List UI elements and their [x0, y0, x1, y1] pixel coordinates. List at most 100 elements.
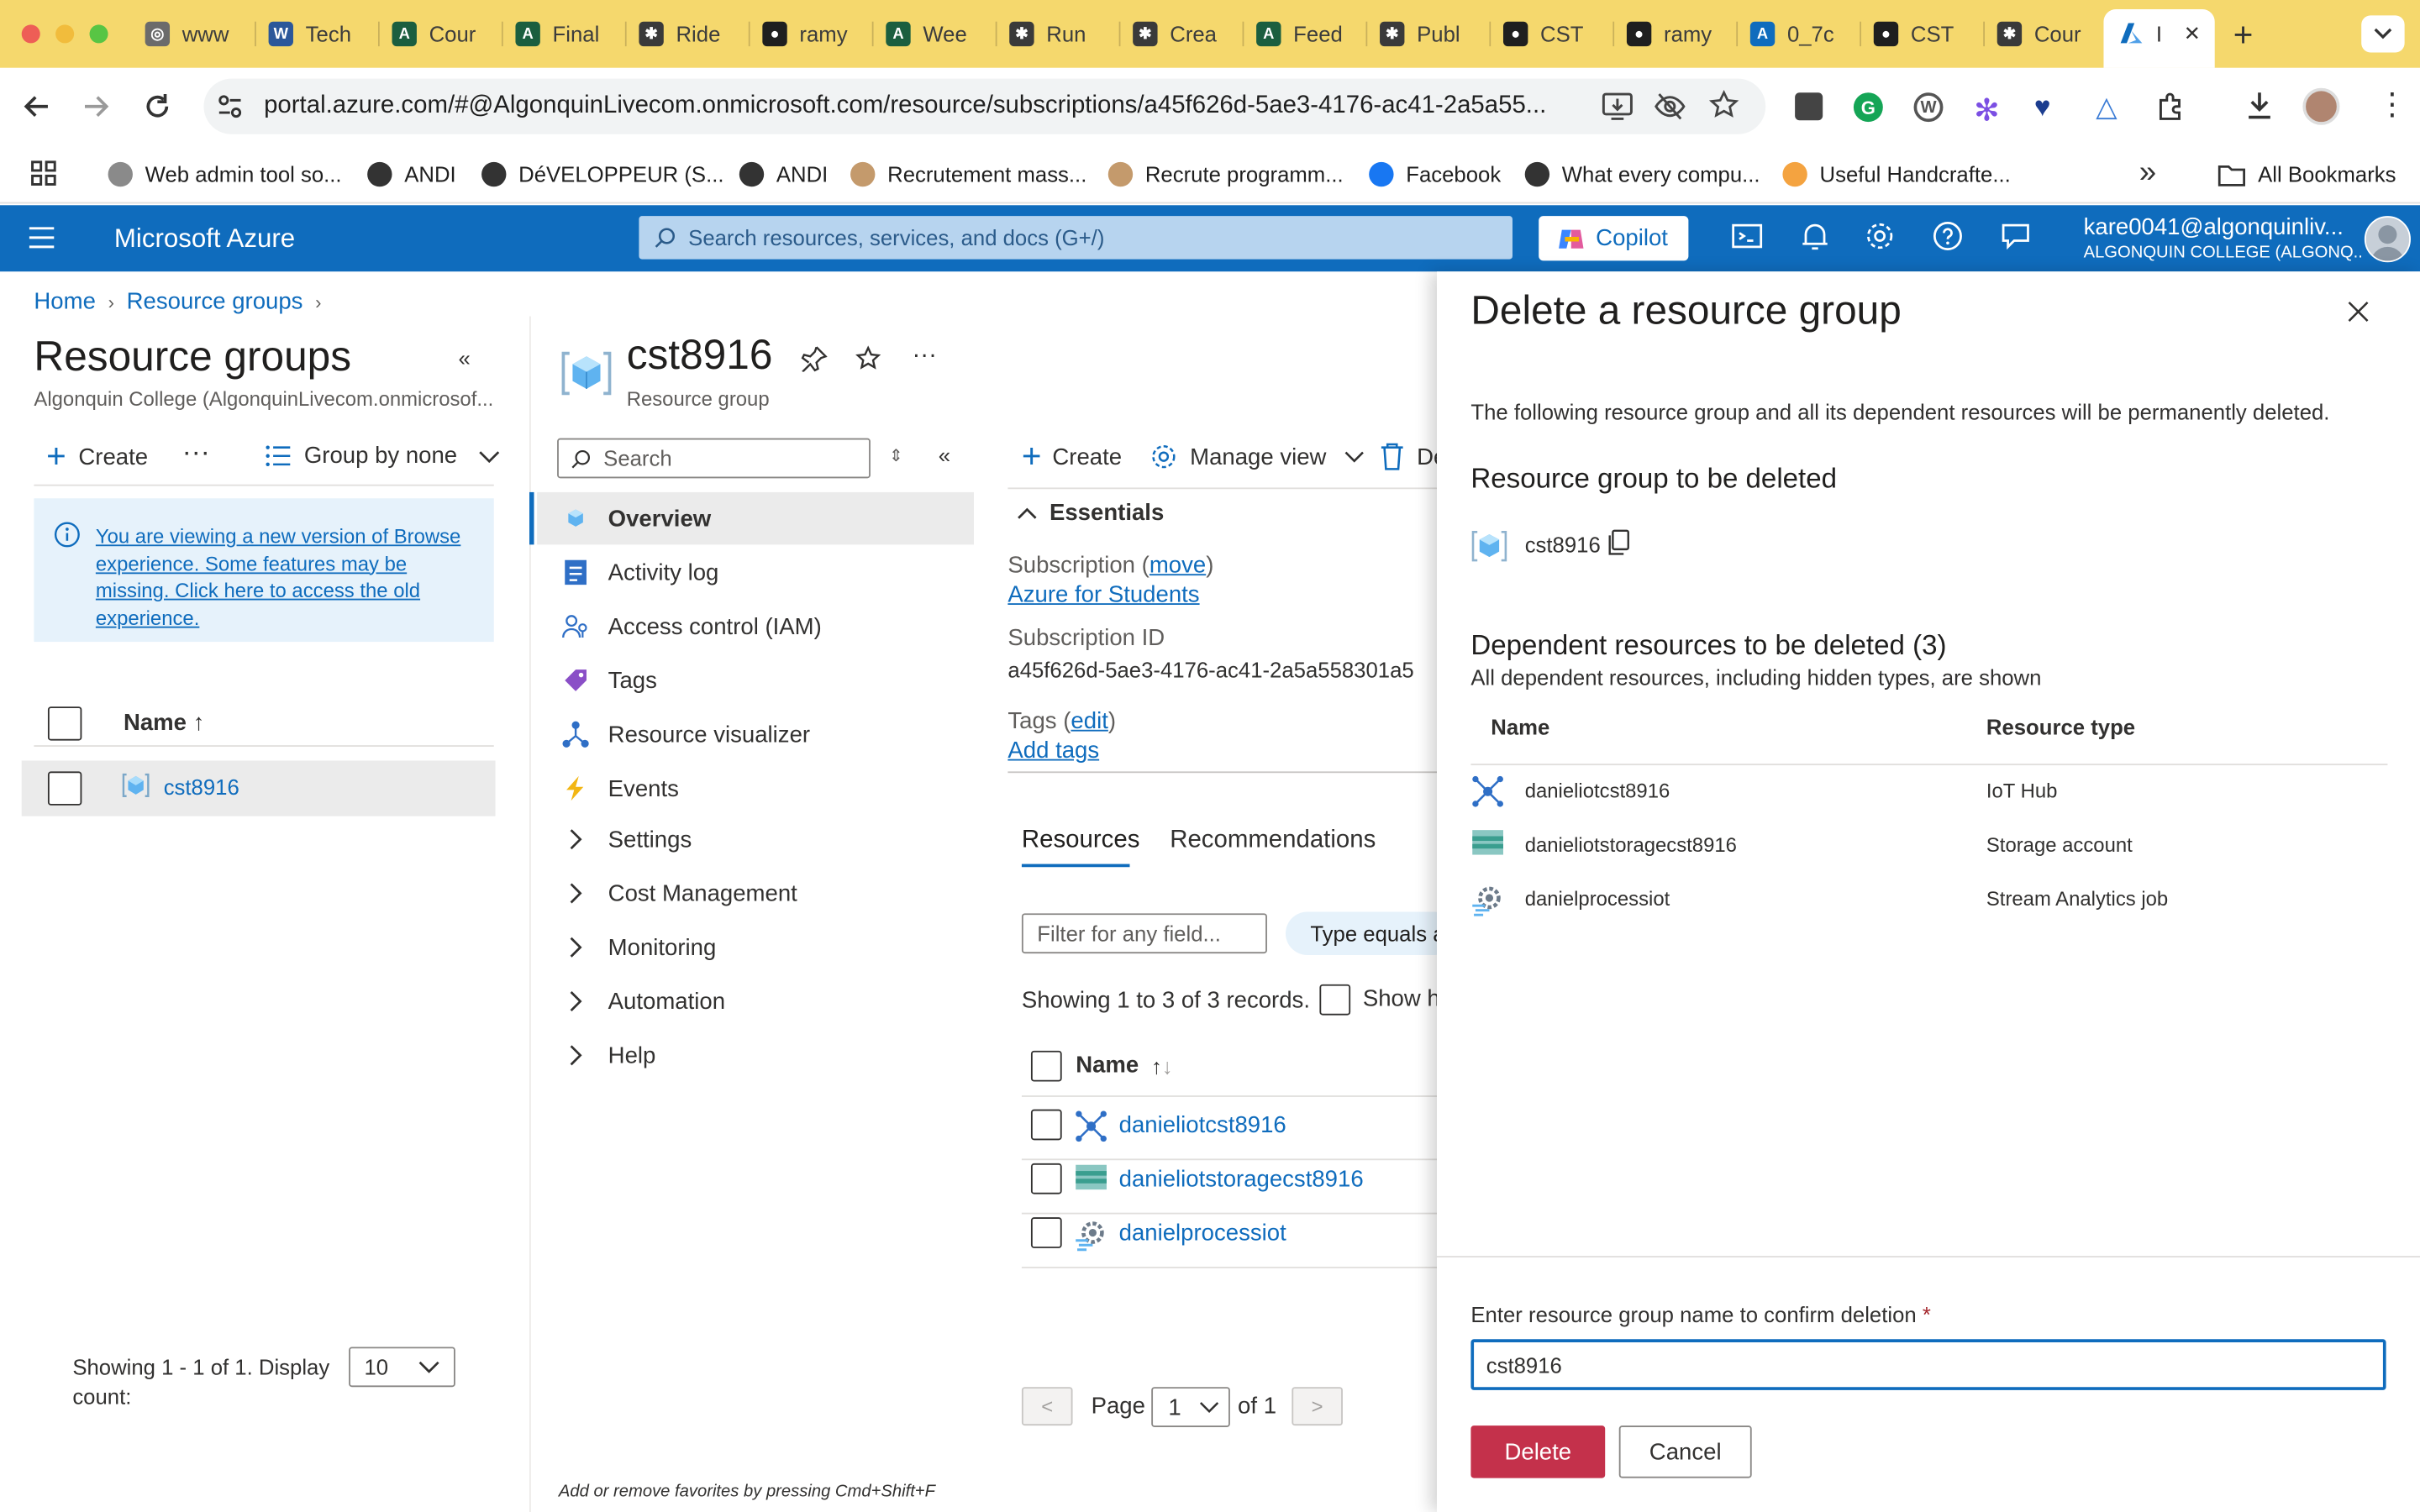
menu-item-events[interactable]: Events — [537, 762, 974, 814]
browser-tab[interactable]: A Wee — [874, 9, 997, 59]
collapse-blade-icon[interactable]: « — [459, 345, 471, 370]
browser-tab[interactable]: ● CST — [1491, 9, 1615, 59]
row-checkbox[interactable] — [1030, 1163, 1062, 1194]
breadcrumb-home[interactable]: Home — [34, 288, 95, 314]
browser-tab[interactable]: A 0_7c — [1738, 9, 1862, 59]
resource-link[interactable]: danielprocessiot — [1119, 1221, 1286, 1247]
menu-item-help[interactable]: Help — [537, 1029, 974, 1081]
browser-tab[interactable]: A Feed — [1244, 9, 1368, 59]
essentials-toggle[interactable]: Essentials — [1017, 500, 1164, 526]
browser-tab[interactable]: ✱ Ride — [627, 9, 750, 59]
browser-tab[interactable]: ◎ www — [133, 9, 256, 59]
bookmark-item[interactable]: Web admin tool so... — [108, 157, 342, 191]
tab-close-icon[interactable]: ✕ — [2184, 22, 2201, 46]
browser-tab[interactable]: ● ramy — [750, 9, 874, 59]
create-resource-button[interactable]: + Create — [1022, 439, 1122, 473]
tab-resources[interactable]: Resources — [1022, 827, 1139, 854]
menu-item-cost-management[interactable]: Cost Management — [537, 867, 974, 919]
next-page-button[interactable]: > — [1292, 1387, 1343, 1426]
extensions-puzzle-icon[interactable] — [2154, 91, 2186, 122]
user-email[interactable]: kare0041@algonquinliv... — [2084, 214, 2362, 240]
settings-gear-icon[interactable] — [1865, 221, 1898, 255]
bookmark-item[interactable]: What every compu... — [1524, 157, 1760, 191]
close-window-button[interactable] — [21, 24, 40, 44]
url-text[interactable]: portal.azure.com/#@AlgonquinLivecom.onmi… — [264, 92, 1591, 120]
table-row[interactable]: danieliotstoragecst8916 — [1021, 1160, 1438, 1215]
resources-name-header[interactable]: Name ↑↓ — [1076, 1053, 1172, 1079]
display-count-select[interactable]: 10 — [349, 1347, 455, 1388]
notifications-bell-icon[interactable] — [1800, 221, 1833, 255]
browser-tab[interactable]: ✱ Publ — [1367, 9, 1491, 59]
bookmark-star-icon[interactable] — [1708, 90, 1739, 121]
page-select[interactable]: 1 — [1151, 1387, 1230, 1427]
browser-menu-icon[interactable]: ⋮ — [2377, 87, 2408, 123]
table-row[interactable]: danieliotcst8916 — [1021, 1106, 1438, 1161]
type-filter-pill[interactable]: Type equals a — [1286, 911, 1456, 955]
add-tags-link[interactable]: Add tags — [1007, 738, 1099, 764]
help-icon[interactable] — [1933, 221, 1966, 255]
azure-search-input[interactable]: Search resources, services, and docs (G+… — [639, 216, 1513, 260]
menu-item-resource-visualizer[interactable]: Resource visualizer — [537, 708, 974, 760]
azure-brand[interactable]: Microsoft Azure — [114, 223, 295, 255]
hide-eye-icon[interactable] — [1655, 92, 1686, 120]
browser-tab[interactable]: ✱ Cour — [1985, 9, 2108, 59]
table-row[interactable] — [21, 760, 496, 816]
confirm-name-input[interactable]: cst8916 — [1470, 1339, 2386, 1390]
maximize-window-button[interactable] — [89, 24, 108, 44]
menu-item-activity-log[interactable]: Activity log — [537, 546, 974, 598]
previous-page-button[interactable]: < — [1021, 1387, 1073, 1426]
bookmark-item[interactable]: Useful Handcrafte... — [1782, 157, 2011, 191]
menu-item-automation[interactable]: Automation — [537, 975, 974, 1027]
copilot-button[interactable]: Copilot — [1539, 216, 1689, 261]
group-by-dropdown[interactable]: Group by none — [266, 443, 501, 469]
extension-heart-icon[interactable]: ♥ — [2034, 91, 2051, 123]
new-tab-button[interactable]: + — [2233, 15, 2254, 55]
bookmark-item[interactable]: Recrute programm... — [1107, 157, 1344, 191]
copy-icon[interactable] — [1607, 529, 1631, 557]
pin-icon[interactable] — [801, 345, 828, 372]
menu-item-access-control-iam[interactable]: Access control (IAM) — [537, 600, 974, 652]
resource-link[interactable]: danieliotcst8916 — [1119, 1112, 1286, 1138]
feedback-icon[interactable] — [2000, 221, 2033, 255]
downloads-icon[interactable] — [2244, 90, 2275, 121]
grammarly-icon[interactable]: G — [1853, 92, 1883, 123]
browser-tab[interactable]: ● ramy — [1614, 9, 1739, 59]
row-checkbox[interactable] — [1030, 1217, 1062, 1248]
breadcrumb-resource-groups[interactable]: Resource groups — [127, 288, 303, 314]
menu-item-tags[interactable]: Tags — [537, 654, 974, 706]
wordpress-icon[interactable]: W — [1913, 92, 1944, 123]
tab-recommendations[interactable]: Recommendations — [1170, 827, 1376, 854]
browser-tab[interactable]: W Tech — [256, 9, 380, 59]
extension-triangle-icon[interactable]: △ — [2096, 91, 2117, 123]
forward-icon[interactable] — [77, 88, 114, 125]
resource-group-link[interactable]: cst8916 — [164, 774, 239, 799]
menu-item-settings[interactable]: Settings — [537, 813, 974, 865]
install-app-icon[interactable] — [1602, 92, 1634, 120]
filter-input[interactable]: Filter for any field... — [1021, 913, 1267, 954]
more-options-icon[interactable]: ··· — [913, 343, 937, 370]
active-tab[interactable]: I ✕ — [2103, 9, 2215, 68]
close-icon[interactable] — [2346, 299, 2370, 323]
select-all-resources-checkbox[interactable] — [1030, 1050, 1062, 1082]
bookmark-item[interactable]: Facebook — [1369, 157, 1501, 191]
select-all-checkbox[interactable] — [47, 706, 82, 741]
site-settings-icon[interactable] — [216, 92, 244, 120]
extension-gear-icon[interactable]: ✻ — [1974, 91, 2000, 129]
bookmark-item[interactable]: ANDI — [367, 157, 456, 191]
menu-search-input[interactable]: Search — [557, 438, 871, 479]
profile-avatar[interactable] — [2302, 87, 2340, 125]
subscription-link[interactable]: Azure for Students — [1007, 581, 1199, 607]
more-actions-icon[interactable]: ··· — [182, 437, 210, 470]
minimize-window-button[interactable] — [55, 24, 75, 44]
show-hidden-checkbox[interactable] — [1319, 984, 1351, 1016]
browser-tab[interactable]: A Final — [503, 9, 627, 59]
apps-grid-icon[interactable] — [31, 160, 57, 186]
favorite-star-icon[interactable] — [855, 345, 881, 371]
back-icon[interactable] — [18, 88, 55, 125]
menu-item-monitoring[interactable]: Monitoring — [537, 921, 974, 974]
info-banner-link[interactable]: You are viewing a new version of Browse … — [96, 523, 481, 632]
collapse-menu-icon[interactable]: « — [939, 443, 950, 467]
expand-collapse-icon[interactable]: ⇕ — [889, 446, 903, 466]
row-checkbox[interactable] — [1030, 1109, 1062, 1141]
cloud-shell-icon[interactable] — [1732, 221, 1765, 255]
